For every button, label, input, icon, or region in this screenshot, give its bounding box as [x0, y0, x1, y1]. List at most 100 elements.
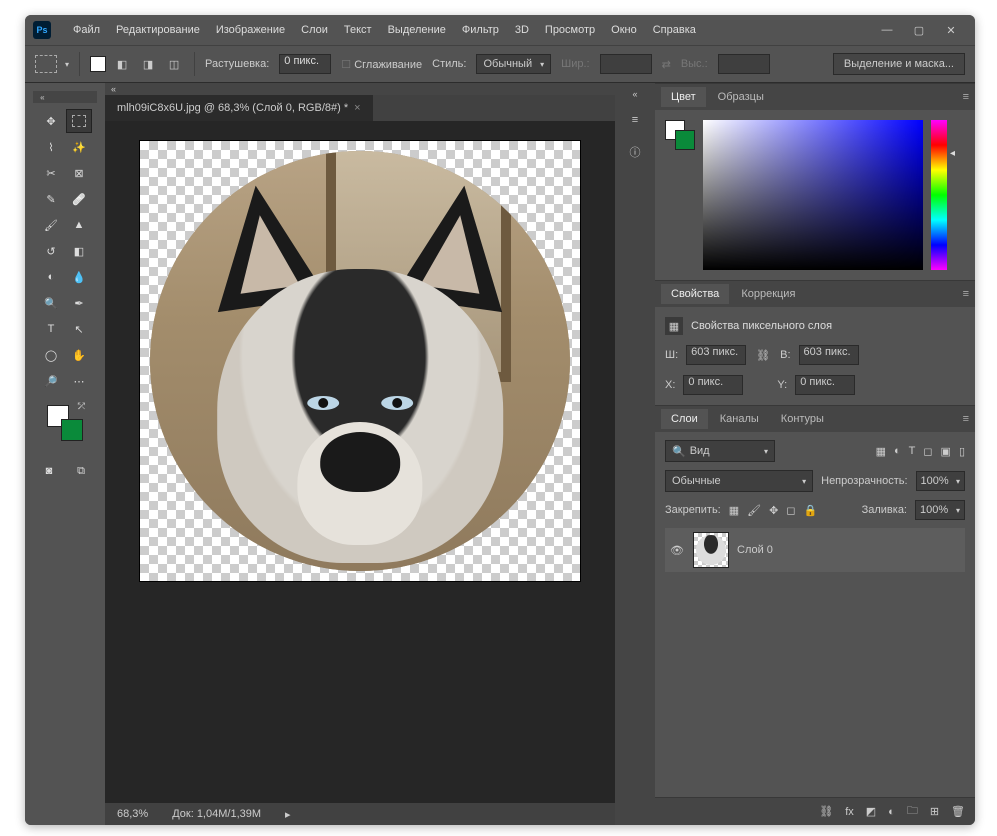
dock-collapse-icon[interactable]: «	[632, 89, 637, 99]
group-icon[interactable]: 🗀	[907, 802, 918, 821]
minimize-button[interactable]: —	[871, 18, 903, 42]
path-select-tool[interactable]: ↖	[66, 317, 92, 341]
visibility-icon[interactable]: 👁	[669, 544, 685, 557]
filter-toggle-icon[interactable]: ▯	[959, 445, 965, 458]
filter-shape-icon[interactable]: ◻	[923, 445, 932, 458]
add-selection-icon[interactable]: ◧	[112, 54, 132, 74]
lock-transparency-icon[interactable]: ▦	[729, 504, 739, 517]
tab-layers[interactable]: Слои	[661, 409, 708, 429]
eyedropper-tool[interactable]: ✎	[38, 187, 64, 211]
zoom-value[interactable]: 68,3%	[117, 808, 148, 820]
layer-item[interactable]: 👁 Слой 0	[665, 528, 965, 572]
healing-tool[interactable]: 🩹	[66, 187, 92, 211]
filter-text-icon[interactable]: T	[909, 445, 916, 458]
marquee-tool[interactable]	[66, 109, 92, 133]
x-field[interactable]: 0 пикс.	[683, 375, 743, 395]
filter-smart-icon[interactable]: ▣	[941, 445, 951, 458]
panel-menu-icon[interactable]: ≡	[963, 91, 969, 103]
menu-image[interactable]: Изображение	[208, 24, 293, 36]
new-layer-icon[interactable]: ⊞	[930, 805, 939, 818]
style-select[interactable]: Обычный▾	[476, 54, 551, 74]
tab-properties[interactable]: Свойства	[661, 284, 729, 304]
menu-filter[interactable]: Фильтр	[454, 24, 507, 36]
lock-all-icon[interactable]: 🔒	[803, 504, 817, 517]
lock-artboard-icon[interactable]: ◻	[786, 504, 795, 517]
panel-menu-icon[interactable]: ≡	[963, 413, 969, 425]
layer-thumbnail[interactable]	[693, 532, 729, 568]
move-tool[interactable]: ✥	[38, 109, 64, 133]
background-color[interactable]	[61, 419, 83, 441]
menu-file[interactable]: Файл	[65, 24, 108, 36]
text-tool[interactable]: T	[38, 317, 64, 341]
intersect-selection-icon[interactable]: ◫	[164, 54, 184, 74]
pen-tool[interactable]: ✒	[66, 291, 92, 315]
quick-mask-tool[interactable]: ◙	[36, 459, 62, 483]
layer-filter-select[interactable]: 🔍 Вид ▾	[665, 440, 775, 462]
more-tools[interactable]: ⋯	[66, 369, 92, 393]
y-field[interactable]: 0 пикс.	[795, 375, 855, 395]
hand-tool[interactable]: ✋	[66, 343, 92, 367]
status-arrow-icon[interactable]: ▸	[285, 808, 291, 821]
dodge-tool[interactable]: 🔍	[38, 291, 64, 315]
canvas[interactable]	[140, 141, 580, 581]
zoom-tool[interactable]: 🔎	[38, 369, 64, 393]
panel-menu-icon[interactable]: ≡	[963, 288, 969, 300]
shape-tool[interactable]: ◯	[38, 343, 64, 367]
saturation-field[interactable]	[703, 120, 923, 270]
layer-name[interactable]: Слой 0	[737, 544, 773, 556]
fill-input[interactable]: 100%▾	[915, 500, 965, 520]
menu-view[interactable]: Просмотр	[537, 24, 603, 36]
menu-3d[interactable]: 3D	[507, 24, 537, 36]
maximize-button[interactable]: ▢	[903, 18, 935, 42]
tab-adjustments[interactable]: Коррекция	[731, 284, 805, 304]
fx-icon[interactable]: fx	[845, 806, 854, 818]
panel-color-swatches[interactable]	[665, 120, 695, 150]
history-icon[interactable]: ≡	[624, 109, 646, 131]
magic-wand-tool[interactable]: ✨	[66, 135, 92, 159]
history-brush-tool[interactable]: ↺	[38, 239, 64, 263]
hue-handle-icon[interactable]: ◂	[950, 148, 955, 159]
adjustment-icon[interactable]: ◐	[888, 806, 895, 818]
panel-background[interactable]	[675, 130, 695, 150]
lock-position-icon[interactable]: ✥	[769, 504, 778, 517]
doc-collapse-icon[interactable]: «	[111, 84, 116, 94]
mask-icon[interactable]: ◩	[866, 805, 876, 818]
canvas-area[interactable]	[105, 121, 615, 803]
subtract-selection-icon[interactable]: ◨	[138, 54, 158, 74]
link-icon[interactable]: ⛓	[754, 346, 772, 364]
info-icon[interactable]: ⓘ	[624, 141, 646, 163]
tools-collapse-handle[interactable]: «	[33, 91, 97, 103]
close-icon[interactable]: ×	[354, 102, 360, 114]
hue-slider[interactable]: ◂	[931, 120, 947, 270]
blur-tool[interactable]: 💧	[66, 265, 92, 289]
tool-preset[interactable]: ▾	[35, 55, 69, 73]
swap-colors-icon[interactable]: ⤱	[78, 401, 85, 412]
tab-channels[interactable]: Каналы	[710, 409, 769, 429]
opacity-input[interactable]: 100%▾	[916, 471, 965, 491]
menu-help[interactable]: Справка	[645, 24, 704, 36]
feather-input[interactable]: 0 пикс.	[279, 54, 331, 74]
link-layers-icon[interactable]: ⛓	[819, 805, 833, 818]
blend-mode-select[interactable]: Обычные▾	[665, 470, 813, 492]
gradient-tool[interactable]: ◐	[38, 265, 64, 289]
close-button[interactable]: ✕	[935, 18, 967, 42]
menu-layers[interactable]: Слои	[293, 24, 336, 36]
menu-text[interactable]: Текст	[336, 24, 380, 36]
menu-edit[interactable]: Редактирование	[108, 24, 208, 36]
color-swatches[interactable]: ⤱	[47, 405, 83, 441]
tab-swatches[interactable]: Образцы	[708, 87, 774, 107]
select-mask-button[interactable]: Выделение и маска...	[833, 53, 965, 75]
eraser-tool[interactable]: ◧	[66, 239, 92, 263]
menu-select[interactable]: Выделение	[380, 24, 454, 36]
width-field[interactable]: 603 пикс.	[686, 345, 746, 365]
brush-tool[interactable]: 🖌	[38, 213, 64, 237]
tab-paths[interactable]: Контуры	[771, 409, 834, 429]
lock-pixels-icon[interactable]: 🖌	[747, 504, 761, 517]
stamp-tool[interactable]: ▲	[66, 213, 92, 237]
lasso-tool[interactable]: ⌇	[38, 135, 64, 159]
filter-adjust-icon[interactable]: ◐	[894, 445, 901, 458]
delete-icon[interactable]: 🗑	[951, 805, 965, 818]
frame-tool[interactable]: ⊠	[66, 161, 92, 185]
height-field[interactable]: 603 пикс.	[799, 345, 859, 365]
tab-color[interactable]: Цвет	[661, 87, 706, 107]
